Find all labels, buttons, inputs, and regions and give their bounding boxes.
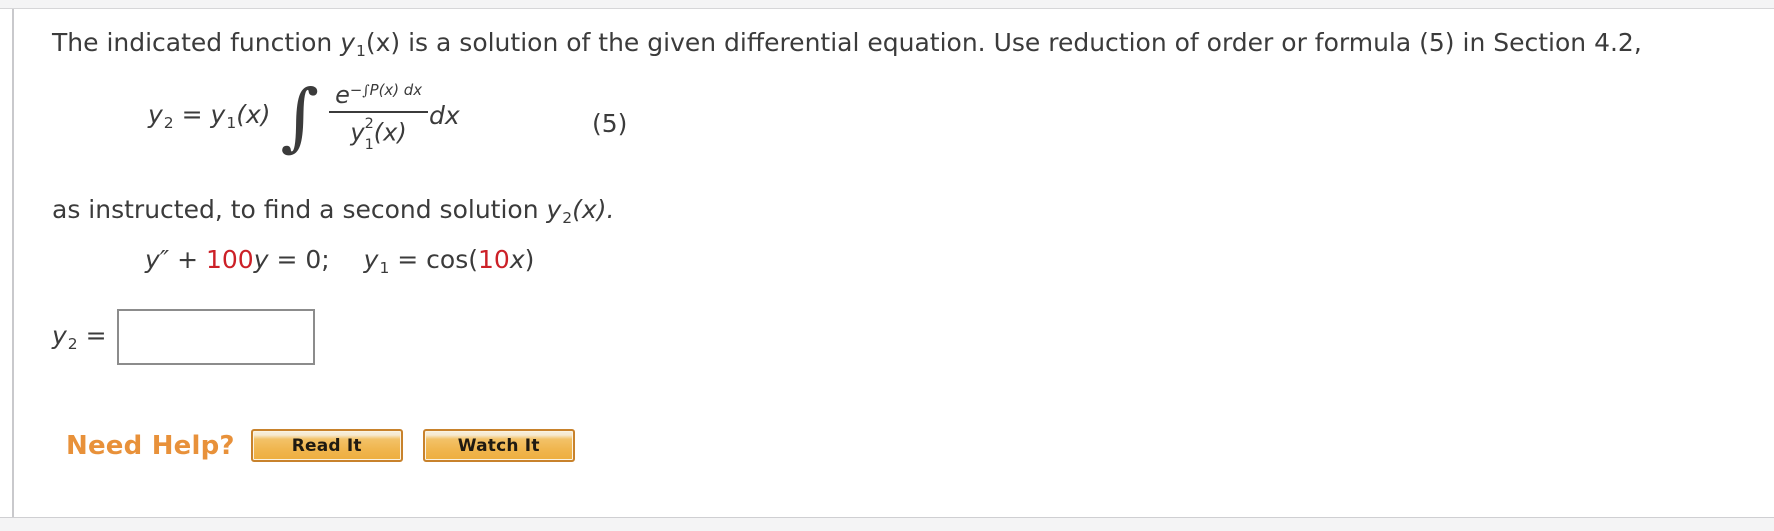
instruction-text-part-2: (x). xyxy=(572,195,615,224)
answer-row: y2 = xyxy=(52,309,315,365)
prompt-y1-variable: y xyxy=(340,28,355,57)
equation-y1-equals-cos: = cos( xyxy=(389,245,479,274)
problem-page-frame: The indicated function y1(x) is a soluti… xyxy=(0,0,1774,531)
equation-close-paren: ) xyxy=(524,245,535,274)
equation-y-term: y xyxy=(253,245,269,274)
numerator-exponent: −∫P(x) dx xyxy=(350,81,422,99)
equation-y-variable: y xyxy=(145,245,160,274)
denominator-y-variable: y xyxy=(350,118,365,147)
equation-plus-sign: + xyxy=(169,245,206,274)
read-it-button[interactable]: Read It xyxy=(250,429,403,462)
bottom-divider xyxy=(0,517,1774,531)
prompt-y1-subscript: 1 xyxy=(355,41,366,60)
numerator-e-base: e xyxy=(335,81,350,110)
answer-label-equals: = xyxy=(77,321,107,351)
fraction-numerator: e−∫P(x) dx xyxy=(329,81,428,111)
denominator-subscript: 1 xyxy=(364,136,374,153)
watch-it-button[interactable]: Watch It xyxy=(422,429,575,462)
exponent-px-dx: P(x) dx xyxy=(369,81,423,99)
prompt-text-part-1: The indicated function xyxy=(52,28,341,57)
formula-y1-subscript: 1 xyxy=(226,113,237,132)
formula-y2-subscript: 2 xyxy=(163,113,174,132)
watch-it-button-label: Watch It xyxy=(457,435,540,456)
formula-fraction: e−∫P(x) dx y 2 1 (x) xyxy=(329,81,429,152)
need-help-label: Need Help? xyxy=(66,430,235,461)
denominator-superscript: 2 xyxy=(364,116,374,133)
equation-inner-variable: x xyxy=(509,245,525,274)
formula-y2-variable: y xyxy=(148,100,163,130)
formula-trailing-dx: dx xyxy=(429,101,460,131)
formula-y1-variable: y xyxy=(210,100,226,130)
reduction-of-order-formula: y2 = y1(x) ∫ e−∫P(x) dx y 2 1 (x) dx xyxy=(148,74,460,161)
prompt-text-part-2: (x) is a solution of the given different… xyxy=(365,28,1642,57)
problem-prompt: The indicated function y1(x) is a soluti… xyxy=(52,27,1642,61)
instruction-text-part-1: as instructed, to find a second solution xyxy=(52,195,547,224)
denominator-index-stack: 21 xyxy=(365,117,374,152)
formula-equals-sign: = xyxy=(173,100,211,130)
answer-input[interactable] xyxy=(116,309,315,365)
equation-equals-zero: = 0; xyxy=(268,245,330,274)
equation-y1-subscript: 1 xyxy=(379,258,390,277)
read-it-button-label: Read It xyxy=(291,435,362,456)
equation-inner-coefficient-10: 10 xyxy=(478,245,510,274)
instruction-y2-variable: y xyxy=(546,195,562,224)
integral-sign-icon: ∫ xyxy=(280,74,320,161)
instruction-text: as instructed, to find a second solution… xyxy=(52,194,614,228)
formula-left-hand-side: y2 = y1(x) xyxy=(148,100,277,132)
problem-container: The indicated function y1(x) is a soluti… xyxy=(12,9,1774,517)
differential-equation: y″ + 100y = 0; y1 = cos(10x) xyxy=(145,244,534,278)
equation-double-prime: ″ xyxy=(159,245,170,274)
denominator-argument: (x) xyxy=(373,118,407,147)
exponent-integral-sign-icon: ∫ xyxy=(362,83,370,99)
answer-label-variable: y xyxy=(52,321,67,351)
equation-coefficient-100: 100 xyxy=(205,245,254,274)
equation-y1-variable: y xyxy=(363,245,379,274)
equation-number-label: (5) xyxy=(592,109,628,138)
formula-y1-argument: (x) xyxy=(236,100,271,130)
exponent-minus-sign: − xyxy=(349,81,363,99)
instruction-y2-subscript: 2 xyxy=(562,208,573,227)
fraction-denominator: y 2 1 (x) xyxy=(344,113,412,152)
answer-label: y2 = xyxy=(52,321,117,353)
answer-label-subscript: 2 xyxy=(67,334,78,353)
top-divider xyxy=(0,0,1774,9)
need-help-row: Need Help? Read It Watch It xyxy=(66,429,595,462)
